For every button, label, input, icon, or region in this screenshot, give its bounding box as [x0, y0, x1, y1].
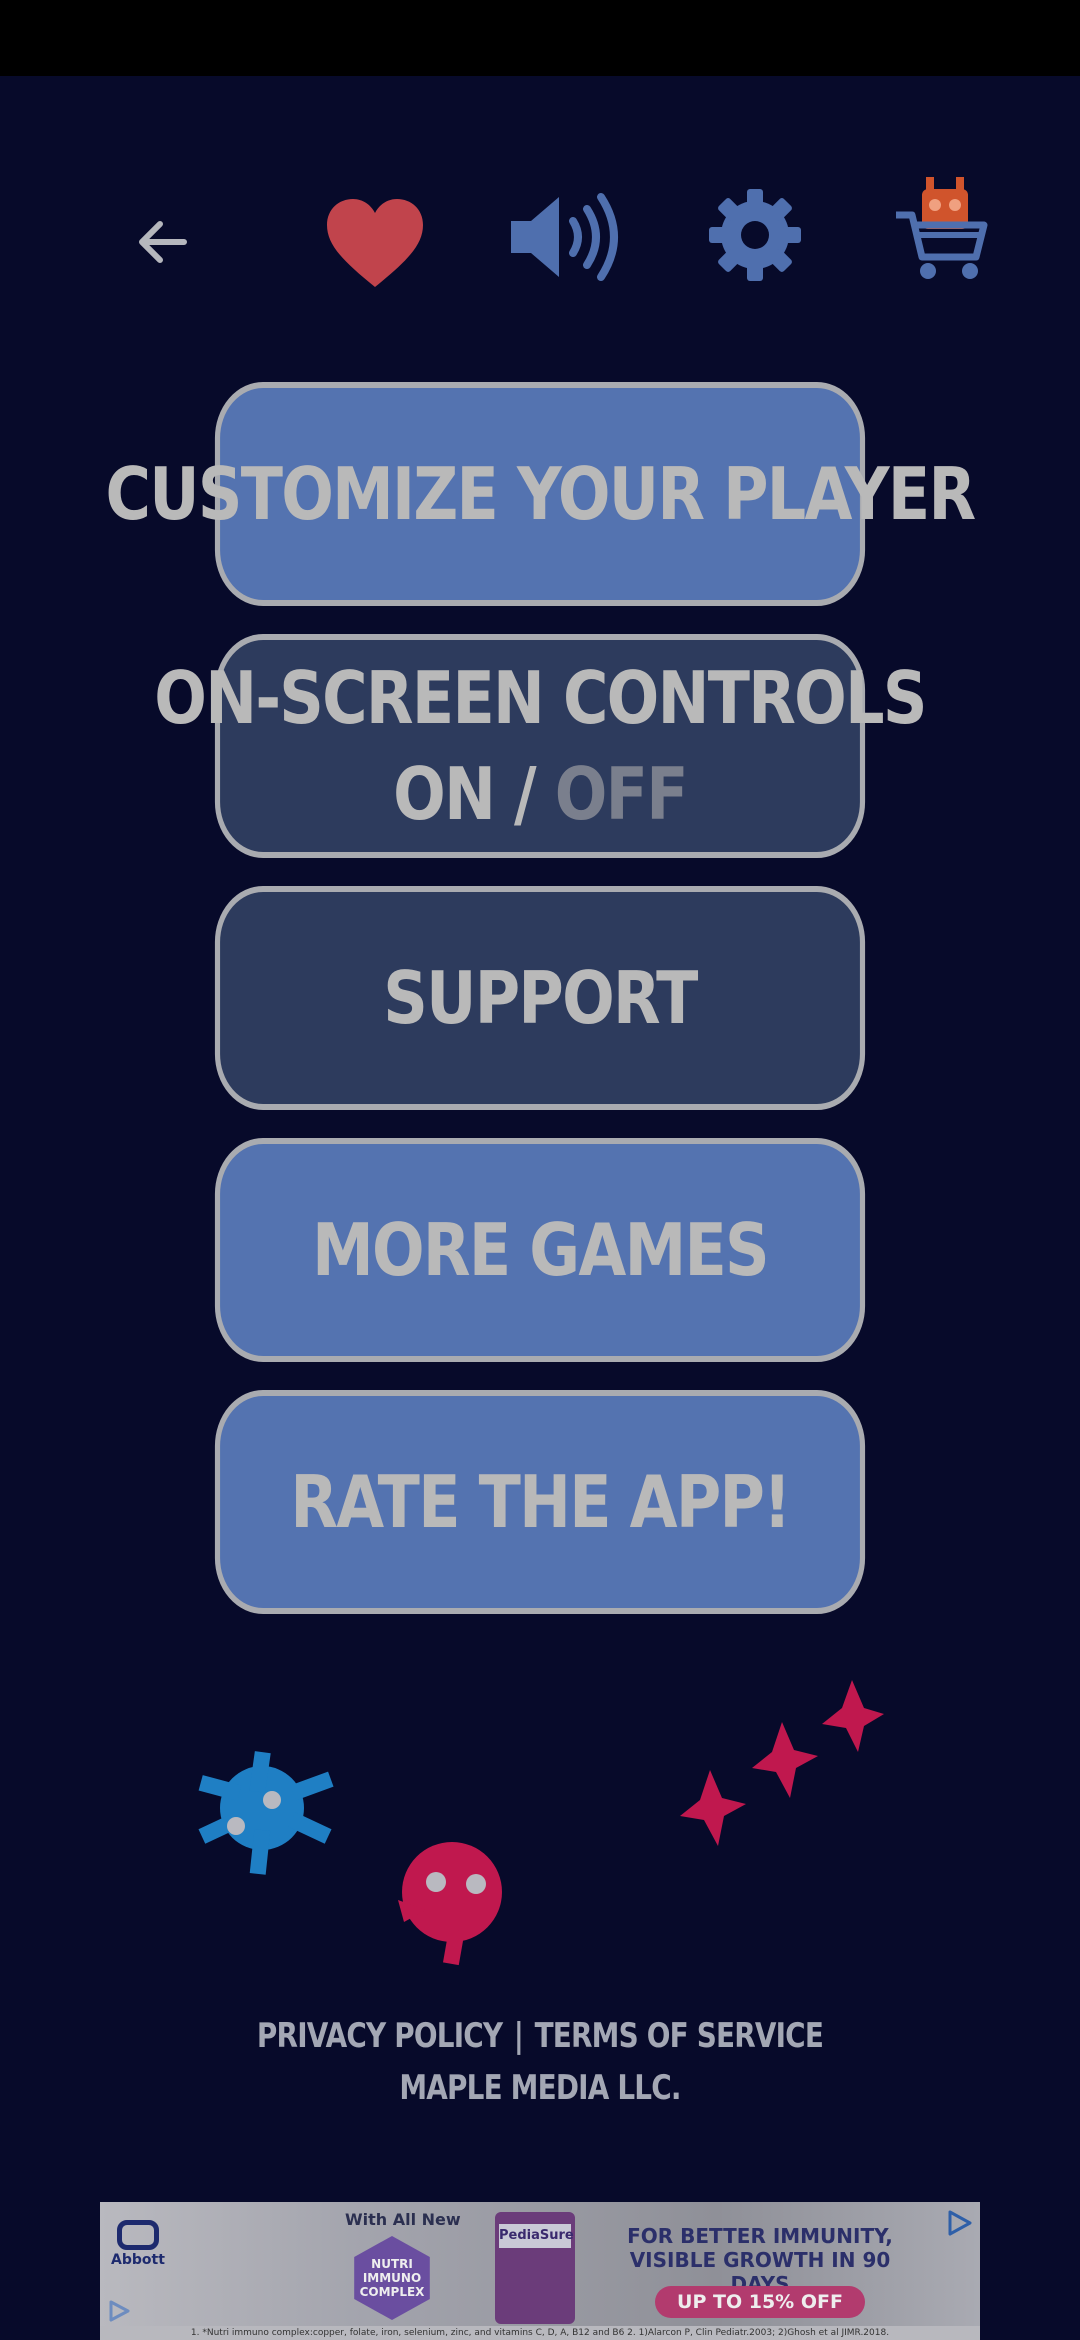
shop-cart-icon — [896, 177, 988, 279]
abbott-logo-icon — [117, 2220, 159, 2250]
pink-stars-icon — [680, 1680, 884, 1846]
settings-button[interactable] — [700, 180, 810, 290]
ad-product-name: PediaSure — [499, 2224, 574, 2248]
ad-cta-button[interactable]: UP TO 15% OFF — [655, 2286, 865, 2318]
footer-divider: | — [513, 2016, 524, 2056]
rate-app-label: RATE THE APP! — [290, 1460, 791, 1544]
ad-headline-line: FOR BETTER IMMUNITY, — [627, 2224, 893, 2248]
sound-toggle-button[interactable] — [505, 182, 625, 292]
company-name: MAPLE MEDIA LLC. — [399, 2068, 681, 2108]
gear-icon — [709, 189, 801, 281]
back-arrow-icon — [139, 221, 187, 263]
favorites-button[interactable] — [320, 188, 430, 298]
more-games-button[interactable]: MORE GAMES — [214, 1138, 866, 1362]
ad-badge-line: IMMUNO — [362, 2271, 422, 2285]
ad-product-image: PediaSure — [495, 2212, 575, 2324]
blue-virus-icon — [198, 1751, 334, 1875]
onscreen-controls-toggle[interactable]: ON-SCREEN CONTROLS ON / OFF — [154, 634, 927, 858]
customize-player-label: CUSTOMIZE YOUR PLAYER — [105, 452, 977, 536]
ad-brand-label: Abbott — [111, 2252, 165, 2268]
more-games-label: MORE GAMES — [312, 1208, 770, 1292]
controls-divider: / — [494, 752, 555, 836]
privacy-policy-link[interactable]: PRIVACY POLICY — [257, 2016, 503, 2056]
footer: PRIVACY POLICY | TERMS OF SERVICE MAPLE ME… — [0, 2010, 1080, 2114]
support-label: SUPPORT — [383, 956, 698, 1040]
controls-off-option: OFF — [554, 752, 689, 836]
decorative-characters — [0, 1660, 1080, 1980]
ad-with-all-new: With All New — [345, 2210, 461, 2229]
speaker-icon — [511, 193, 618, 281]
footer-links: PRIVACY POLICY | TERMS OF SERVICE — [97, 2010, 983, 2062]
rate-app-button[interactable]: RATE THE APP! — [214, 1390, 866, 1614]
onscreen-controls-state: ON / OFF — [393, 746, 689, 842]
support-button[interactable]: SUPPORT — [214, 886, 866, 1110]
ad-disclaimer: 1. *Nutri immuno complex:copper, folate,… — [100, 2326, 980, 2340]
controls-on-option: ON — [393, 752, 496, 836]
adchoices-small-icon[interactable] — [106, 2298, 132, 2324]
onscreen-controls-label: ON-SCREEN CONTROLS — [154, 656, 927, 740]
adchoices-icon[interactable] — [944, 2208, 974, 2238]
customize-player-button[interactable]: CUSTOMIZE YOUR PLAYER — [106, 382, 976, 606]
ad-brand: Abbott — [108, 2220, 168, 2268]
heart-icon — [327, 199, 423, 287]
banner-ad[interactable]: Abbott With All New NUTRI IMMUNO COMPLEX… — [100, 2202, 980, 2340]
pink-blob-icon — [398, 1842, 502, 1966]
status-bar — [0, 0, 1080, 76]
terms-of-service-link[interactable]: TERMS OF SERVICE — [535, 2016, 824, 2056]
shop-button[interactable] — [890, 175, 990, 285]
decor-graphic — [198, 1680, 884, 1966]
ad-badge-line: NUTRI — [371, 2257, 413, 2271]
back-button[interactable] — [120, 200, 204, 284]
top-toolbar — [0, 170, 1080, 310]
ad-badge-line: COMPLEX — [359, 2285, 425, 2299]
